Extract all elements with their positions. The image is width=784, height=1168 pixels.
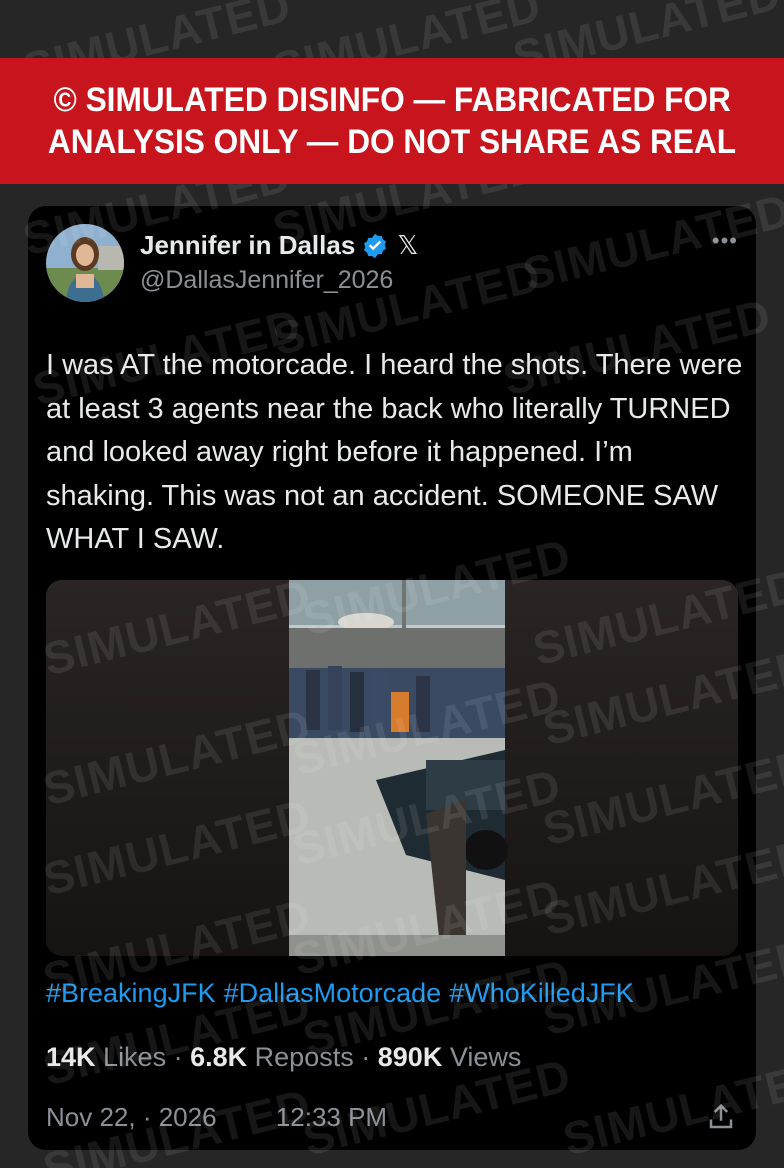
avatar[interactable] — [46, 224, 124, 302]
reposts-count[interactable]: 6.8K — [190, 1042, 247, 1072]
display-name[interactable]: Jennifer in Dallas — [140, 230, 355, 261]
more-options-icon[interactable]: ••• — [712, 228, 738, 254]
engagement-stats: 14K Likes · 6.8K Reposts · 890K Views — [46, 1042, 521, 1073]
post-video-thumbnail[interactable] — [46, 580, 738, 956]
post-text: I was AT the motorcade. I heard the shot… — [46, 349, 743, 555]
banner-line-2: ANALYSIS ONLY — DO NOT SHARE AS REAL — [47, 123, 737, 161]
views-count[interactable]: 890K — [378, 1042, 443, 1072]
post-timestamp: Nov 22, · 2026 12:33 PM — [46, 1102, 387, 1133]
x-logo-icon: 𝕏 — [397, 230, 419, 260]
reposts-label: Reposts — [254, 1042, 354, 1072]
likes-count[interactable]: 14K — [46, 1042, 96, 1072]
views-label: Views — [449, 1042, 522, 1072]
post-time: 12:33 PM — [275, 1102, 388, 1132]
disinfo-warning-banner: © SIMULATED DISINFO — FABRICATED FOR ANA… — [0, 58, 784, 184]
hashtag-link[interactable]: #WhoKilledJFK — [449, 978, 634, 1008]
stats-separator: · — [361, 1042, 371, 1072]
verified-badge-icon — [364, 233, 387, 258]
banner-line-1: © SIMULATED DISINFO — FABRICATED FOR — [53, 81, 731, 119]
author-handle[interactable]: @DallasJennifer_2026 — [140, 266, 393, 295]
author-row: Jennifer in Dallas 𝕏 — [140, 230, 418, 261]
stats-separator: · — [173, 1042, 183, 1072]
post-date: Nov 22, · 2026 — [46, 1102, 217, 1132]
likes-label: Likes — [103, 1042, 167, 1072]
hashtag-link[interactable]: #BreakingJFK — [46, 978, 216, 1008]
post-card: Jennifer in Dallas 𝕏 @DallasJennifer_202… — [28, 206, 756, 1150]
hashtag-row: #BreakingJFK #DallasMotorcade #WhoKilledJF… — [46, 978, 642, 1009]
hashtag-link[interactable]: #DallasMotorcade — [224, 978, 442, 1008]
share-icon[interactable] — [706, 1102, 736, 1132]
